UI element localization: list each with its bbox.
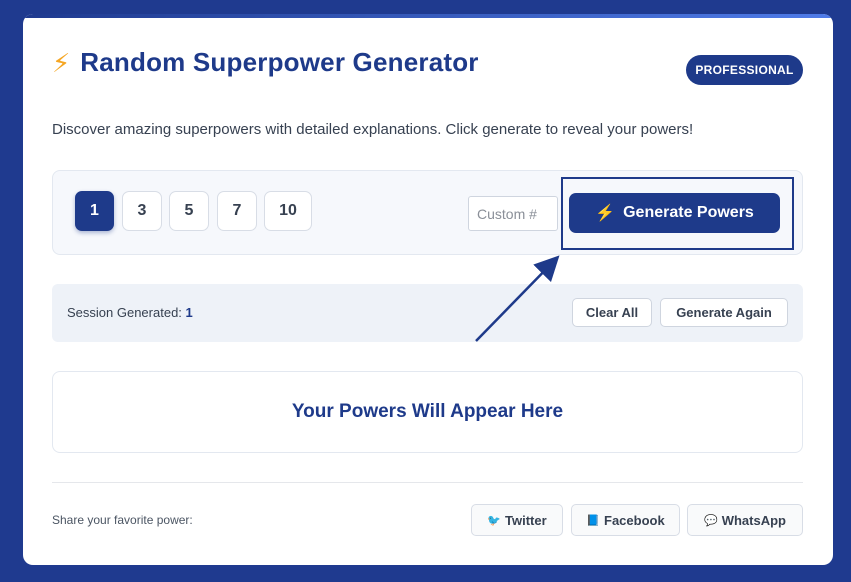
session-bar: Session Generated: 1 Clear All Generate … [52, 284, 803, 342]
control-panel: 1 3 5 7 10 ⚡ Generate Powers [52, 170, 803, 255]
page-title: Random Superpower Generator [80, 47, 479, 77]
description-text: Discover amazing superpowers with detail… [52, 121, 694, 138]
count-button-5[interactable]: 5 [169, 191, 209, 231]
share-whatsapp-button[interactable]: 💬 WhatsApp [687, 504, 803, 536]
clear-all-button[interactable]: Clear All [572, 298, 652, 327]
divider [52, 482, 803, 483]
count-button-3[interactable]: 3 [122, 191, 162, 231]
lightning-icon: ⚡ [52, 47, 71, 78]
bird-icon: 🐦 [487, 514, 502, 527]
count-button-7[interactable]: 7 [217, 191, 257, 231]
powers-placeholder-title: Your Powers Will Appear Here [291, 401, 564, 422]
generate-again-button[interactable]: Generate Again [660, 298, 788, 327]
generate-powers-button[interactable]: ⚡ Generate Powers [569, 193, 780, 233]
title-row: ⚡ Random Superpower Generator [52, 47, 479, 78]
share-facebook-button[interactable]: 📘 Facebook [571, 504, 680, 536]
count-button-10[interactable]: 10 [264, 191, 312, 231]
share-label: Share your favorite power: [52, 513, 193, 527]
lightning-icon: ⚡ [595, 205, 616, 222]
share-twitter-button[interactable]: 🐦 Twitter [471, 504, 563, 536]
book-icon: 📘 [586, 514, 600, 527]
session-counter: Session Generated: 1 [67, 305, 193, 320]
professional-badge: PROFESSIONAL [686, 55, 803, 85]
speech-bubble-icon: 💬 [704, 514, 718, 527]
custom-count-input[interactable] [468, 196, 558, 231]
powers-output-area: Your Powers Will Appear Here [52, 371, 803, 453]
share-whatsapp-label: WhatsApp [721, 512, 786, 528]
share-twitter-label: Twitter [505, 512, 547, 528]
main-card: ⚡ Random Superpower Generator PROFESSION… [23, 14, 833, 565]
session-label: Session Generated: [67, 305, 182, 320]
count-button-1[interactable]: 1 [75, 191, 114, 231]
session-value: 1 [185, 305, 193, 320]
generate-powers-label: Generate Powers [623, 204, 754, 221]
share-facebook-label: Facebook [604, 512, 665, 528]
